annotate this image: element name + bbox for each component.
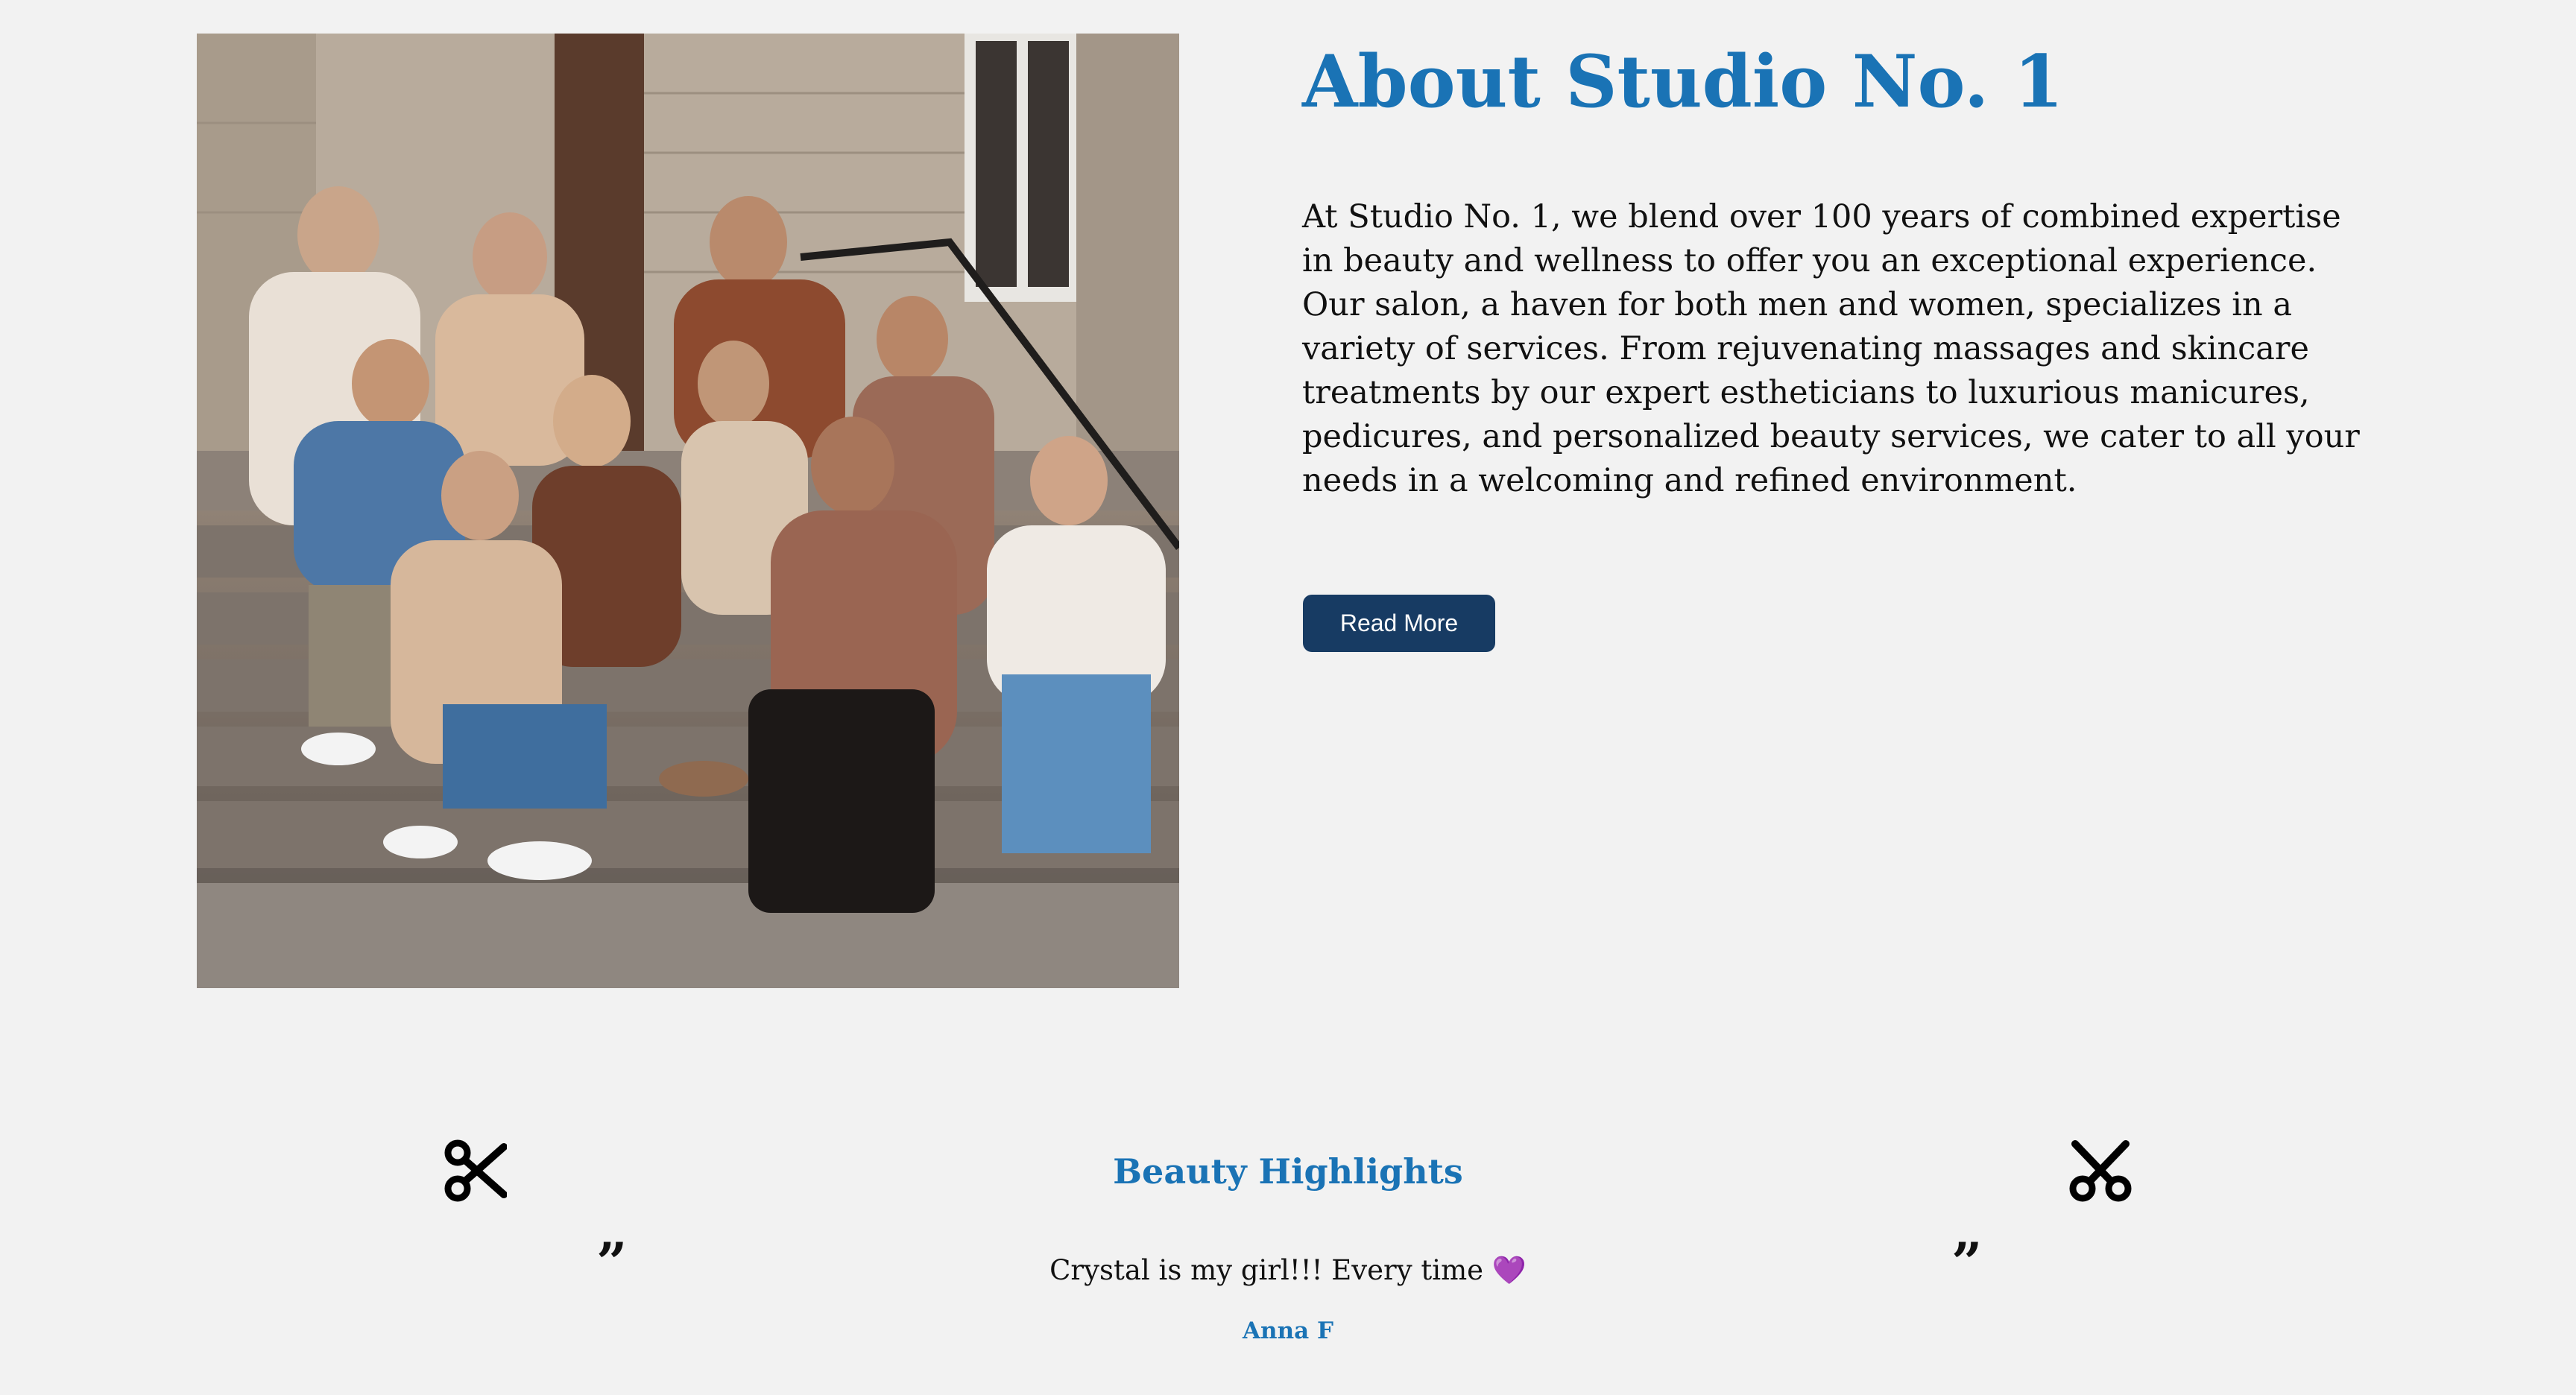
about-description: At Studio No. 1, we blend over 100 years… (1302, 198, 2360, 499)
testimonial-author: Anna F (1242, 1318, 1334, 1344)
highlights-title: Beauty Highlights (1113, 1151, 1463, 1192)
team-photo-illustration (197, 34, 1179, 988)
about-title: About Studio No. 1 (1302, 39, 2064, 124)
read-more-button[interactable]: Read More (1303, 595, 1495, 652)
scissors-icon (2069, 1139, 2132, 1202)
team-photo (197, 34, 1179, 988)
testimonial-text: Crystal is my girl!!! Every time 💜 (1049, 1254, 1527, 1286)
page: About Studio No. 1 At Studio No. 1, we b… (0, 0, 2576, 1395)
scissors-icon-right-svg (2069, 1140, 2132, 1202)
